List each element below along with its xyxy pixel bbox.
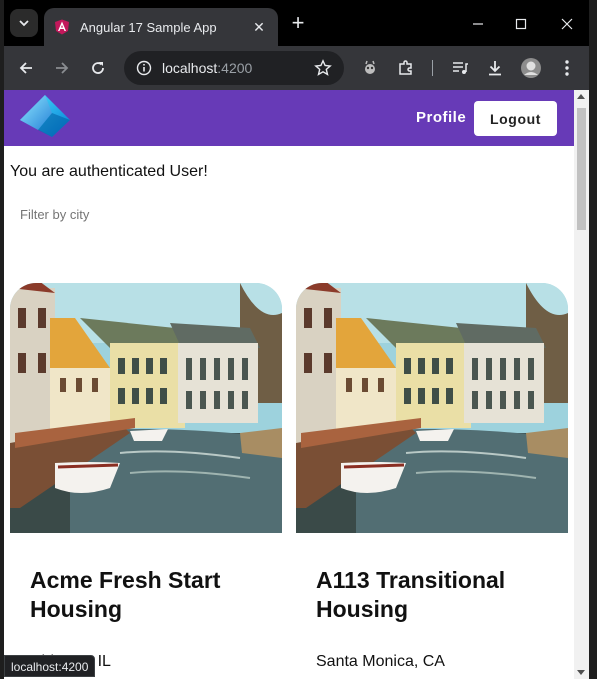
background-edge bbox=[589, 0, 597, 679]
housing-photo bbox=[10, 283, 282, 533]
new-tab-button[interactable]: + bbox=[286, 12, 310, 36]
downloads-button[interactable] bbox=[481, 54, 509, 82]
page-viewport: Profile Logout You are authenticated Use… bbox=[4, 90, 574, 679]
housing-location: Santa Monica, CA bbox=[316, 653, 445, 670]
tab-title: Angular 17 Sample App bbox=[80, 19, 217, 35]
logout-button[interactable]: Logout bbox=[474, 101, 557, 136]
angular-favicon-icon bbox=[55, 19, 69, 35]
housing-card[interactable]: A113 Transitional Housing Santa Monica, … bbox=[296, 283, 568, 679]
canal-town-image bbox=[10, 283, 282, 533]
address-bar[interactable]: localhost:4200 bbox=[124, 51, 344, 85]
app-header: Profile Logout bbox=[4, 90, 574, 146]
playlist-icon bbox=[453, 62, 468, 74]
browser-tab[interactable]: Angular 17 Sample App ✕ bbox=[44, 8, 278, 46]
arrow-left-icon bbox=[19, 62, 32, 74]
url-host: localhost bbox=[162, 60, 218, 76]
more-vertical-icon bbox=[565, 60, 569, 76]
auth-message: You are authenticated User! bbox=[10, 163, 208, 180]
tab-search-button[interactable] bbox=[10, 9, 38, 37]
city-filter-input[interactable] bbox=[20, 207, 220, 222]
profile-avatar-button[interactable] bbox=[517, 54, 545, 82]
browser-menu-button[interactable] bbox=[553, 54, 581, 82]
housing-photo bbox=[296, 283, 568, 533]
url-port: :4200 bbox=[217, 60, 253, 76]
browser-window: Angular 17 Sample App ✕ + localhost:4200 bbox=[4, 0, 589, 679]
url-text: localhost:4200 bbox=[162, 60, 252, 76]
extensions-button[interactable] bbox=[392, 54, 420, 82]
housing-name: A113 Transitional Housing bbox=[316, 567, 506, 622]
scroll-down-arrow-icon[interactable] bbox=[577, 670, 585, 675]
tab-close-icon[interactable]: ✕ bbox=[250, 19, 268, 36]
housing-card[interactable]: Acme Fresh Start Housing Chicago, IL bbox=[10, 283, 282, 679]
close-window-button[interactable] bbox=[553, 12, 581, 36]
reload-icon bbox=[92, 62, 104, 74]
reload-button[interactable] bbox=[84, 54, 112, 82]
extension-creature-icon bbox=[365, 60, 375, 74]
link-status-bubble: localhost:4200 bbox=[4, 655, 96, 677]
azure-logo-icon[interactable] bbox=[18, 93, 72, 139]
arrow-right-icon bbox=[56, 62, 69, 74]
tab-strip: Angular 17 Sample App ✕ + bbox=[4, 0, 589, 46]
maximize-icon bbox=[515, 18, 527, 30]
scroll-up-arrow-icon[interactable] bbox=[577, 94, 585, 99]
housing-name: Acme Fresh Start Housing bbox=[30, 567, 221, 622]
scrollbar-thumb[interactable] bbox=[577, 108, 586, 230]
toolbar-divider bbox=[432, 60, 433, 76]
download-icon bbox=[489, 61, 501, 76]
site-info-icon[interactable] bbox=[136, 60, 152, 76]
extension-button[interactable] bbox=[356, 54, 384, 82]
nav-profile-link[interactable]: Profile bbox=[416, 109, 466, 126]
media-control-button[interactable] bbox=[446, 54, 474, 82]
browser-toolbar: localhost:4200 bbox=[4, 46, 589, 90]
avatar-icon bbox=[521, 58, 541, 78]
back-button[interactable] bbox=[12, 54, 40, 82]
chevron-down-icon bbox=[19, 20, 29, 27]
bookmark-star-icon[interactable] bbox=[314, 59, 332, 77]
canal-town-image bbox=[296, 283, 568, 533]
page-scrollbar[interactable] bbox=[574, 90, 589, 679]
maximize-button[interactable] bbox=[507, 12, 535, 36]
puzzle-icon bbox=[399, 60, 412, 75]
forward-button[interactable] bbox=[48, 54, 76, 82]
minimize-button[interactable] bbox=[464, 12, 492, 36]
close-icon bbox=[561, 18, 573, 30]
minimize-icon bbox=[473, 23, 483, 25]
